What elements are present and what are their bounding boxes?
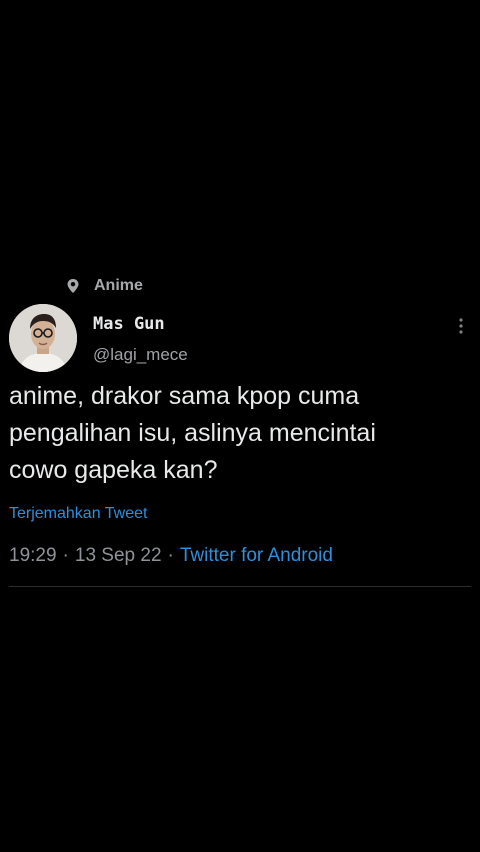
author-name[interactable]: Mas Gun [93, 314, 165, 334]
tweet-source-link[interactable]: Twitter for Android [180, 545, 333, 567]
more-options-icon[interactable] [454, 316, 468, 336]
author-handle[interactable]: @lagi_mece [93, 345, 188, 365]
topic-label: Anime [94, 277, 143, 294]
tweet-metadata: 19:29 · 13 Sep 22 · Twitter for Android [9, 545, 333, 567]
divider [9, 586, 471, 587]
tweet-detail: Anime Mas Gun @lagi_mece anime, drakor s… [0, 0, 480, 852]
avatar[interactable] [9, 304, 77, 372]
tweet-date[interactable]: 13 Sep 22 [75, 545, 162, 567]
tweet-time[interactable]: 19:29 [9, 545, 57, 567]
tweet-text: anime, drakor sama kpop cuma pengalihan … [9, 382, 376, 484]
translate-tweet-link[interactable]: Terjemahkan Tweet [9, 505, 147, 523]
meta-separator: · [167, 545, 174, 566]
meta-separator: · [62, 545, 69, 566]
location-pin-icon [66, 278, 80, 294]
topic-context[interactable]: Anime [66, 276, 143, 296]
